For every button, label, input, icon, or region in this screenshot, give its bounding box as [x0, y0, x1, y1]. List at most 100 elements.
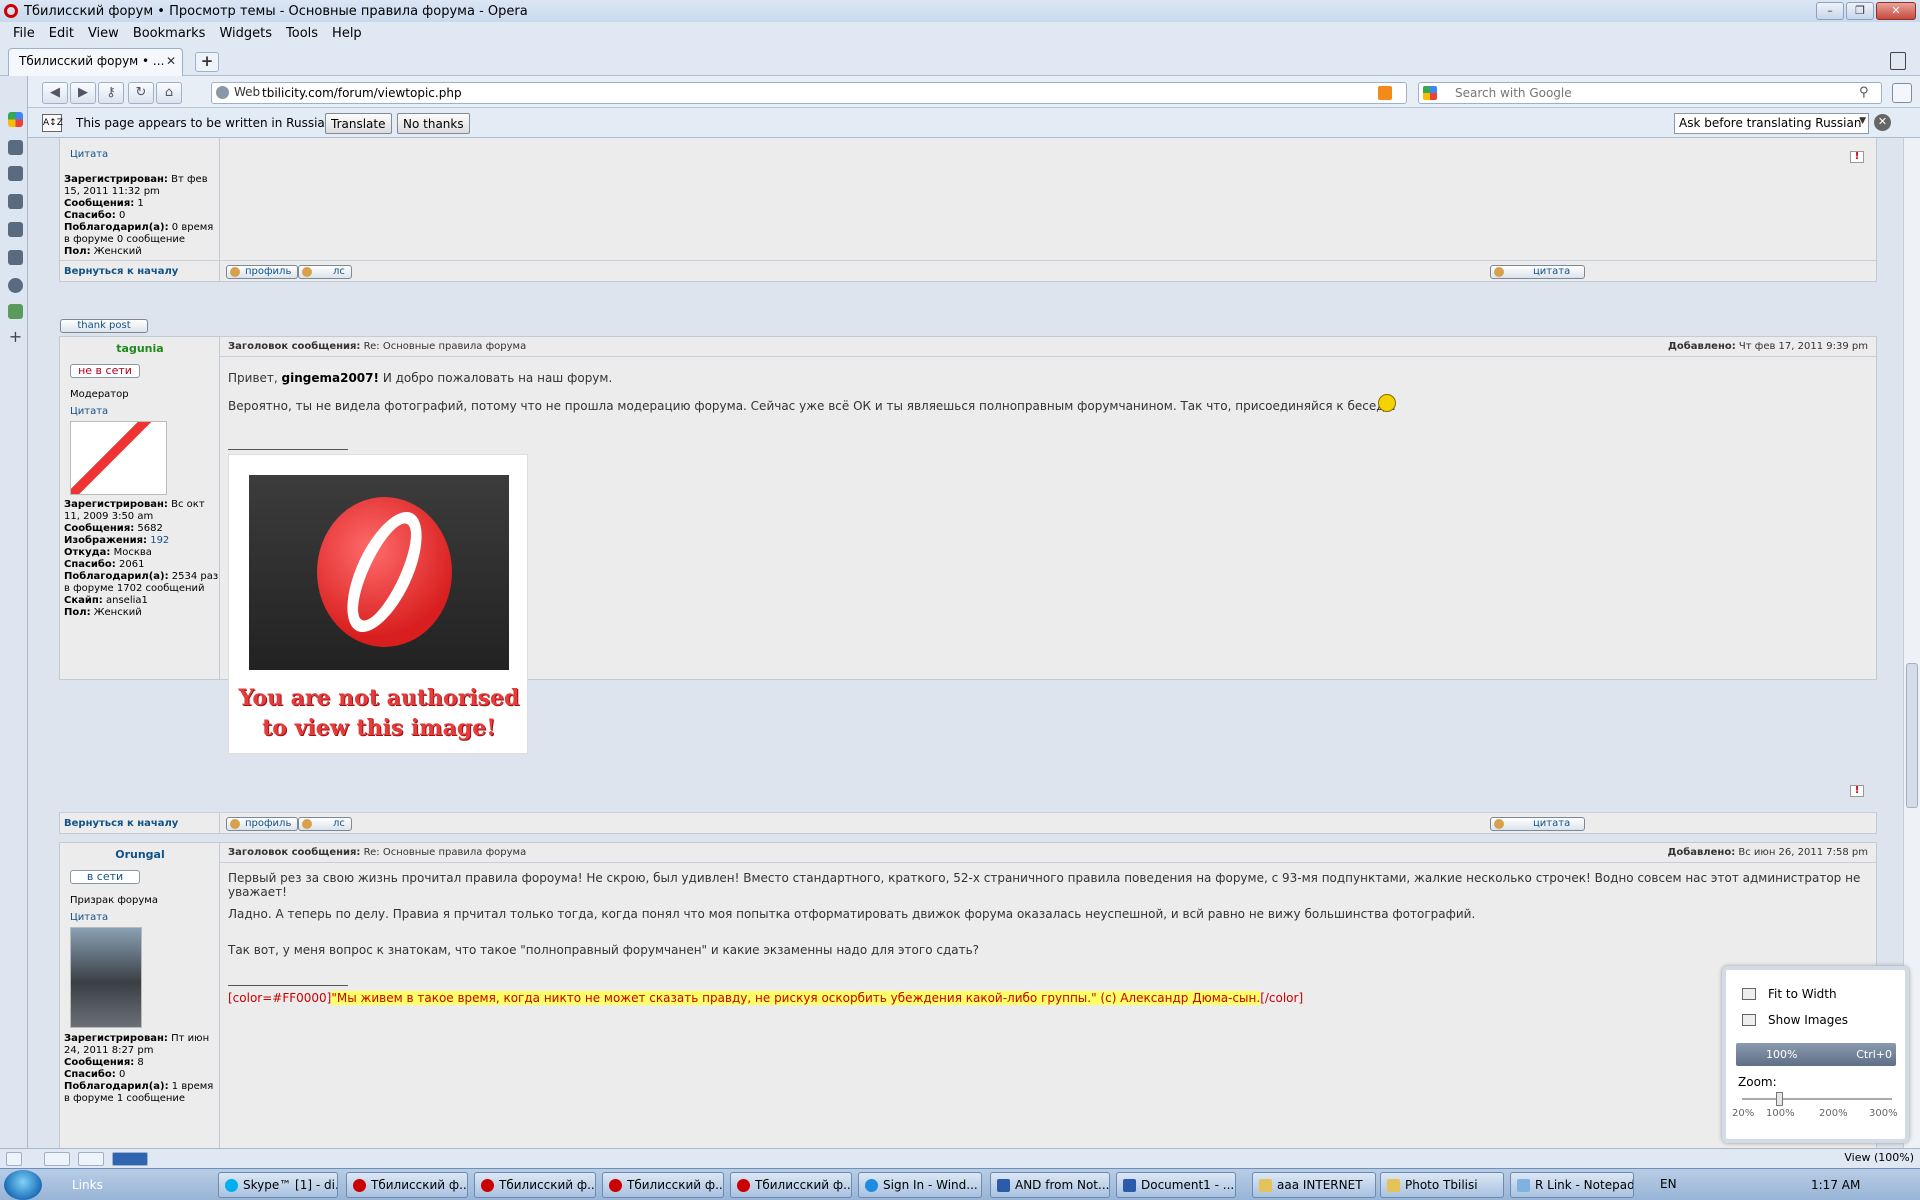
post-footer: Вернуться к началу профиль лс цитата: [60, 260, 1876, 282]
windows-panel-icon[interactable]: [8, 222, 23, 237]
taskbar-item[interactable]: aaa INTERNET: [1252, 1172, 1376, 1198]
view-zoom-status[interactable]: View (100%): [1844, 1151, 1914, 1164]
post-title[interactable]: Re: Основные правила форума: [364, 847, 527, 858]
fit-to-width-item[interactable]: Fit to Width: [1768, 987, 1837, 1001]
key-icon[interactable]: ⚷: [98, 82, 124, 104]
citata-link[interactable]: Цитата: [70, 149, 108, 160]
new-tab-button[interactable]: +: [195, 52, 219, 72]
back-to-top-link[interactable]: Вернуться к началу: [64, 266, 178, 277]
opera-link-icon[interactable]: [112, 1152, 148, 1166]
post-header: Заголовок сообщения: Re: Основные правил…: [220, 337, 1876, 357]
turbo-icon[interactable]: [44, 1152, 70, 1166]
profile-button[interactable]: профиль: [226, 265, 299, 279]
menu-widgets[interactable]: Widgets: [212, 26, 279, 41]
taskbar-item[interactable]: Тбилисский ф...: [730, 1172, 852, 1198]
menu-tools[interactable]: Tools: [279, 26, 325, 41]
menu-help[interactable]: Help: [325, 26, 369, 41]
post-title[interactable]: Re: Основные правила форума: [364, 341, 527, 352]
author-name[interactable]: tagunia: [60, 342, 220, 355]
taskbar-item[interactable]: Тбилисский ф...: [346, 1172, 468, 1198]
report-icon[interactable]: !: [1850, 785, 1864, 797]
close-window-button[interactable]: ✕: [1876, 2, 1916, 20]
unite-icon[interactable]: [78, 1152, 104, 1166]
zoom-reset-item[interactable]: 100% Ctrl+0: [1736, 1043, 1896, 1066]
menu-view[interactable]: View: [81, 26, 126, 41]
taskbar-item[interactable]: Photo Tbilisi: [1380, 1172, 1504, 1198]
start-button[interactable]: [4, 1170, 42, 1200]
pm-button[interactable]: лс: [298, 817, 352, 831]
translate-option-select[interactable]: Ask before translating Russian: [1674, 113, 1869, 134]
show-images-item[interactable]: Show Images: [1768, 1013, 1848, 1027]
post-body: Вероятно, ты не видела фотографий, потом…: [228, 399, 1396, 413]
rss-feed-icon[interactable]: [1378, 86, 1392, 100]
clock[interactable]: 1:17 AM: [1811, 1178, 1860, 1192]
widgets-panel-icon[interactable]: [8, 166, 23, 181]
home-button[interactable]: ⌂: [156, 82, 182, 104]
user-info: Зарегистрирован: Вс окт 11, 2009 3:50 am…: [64, 499, 219, 619]
taskbar-item[interactable]: Тбилисский ф...: [474, 1172, 596, 1198]
post-footer: Вернуться к началу профиль лс цитата: [60, 812, 1876, 834]
back-to-top-link[interactable]: Вернуться к началу: [64, 818, 178, 829]
signature-divider: [228, 985, 348, 986]
downloads-panel-icon[interactable]: [8, 250, 23, 265]
forward-button[interactable]: ▶: [70, 82, 96, 104]
panel-toggle-icon[interactable]: [6, 1152, 22, 1166]
thank-post-button[interactable]: thank post: [60, 319, 148, 333]
minimize-button[interactable]: –: [1816, 2, 1844, 20]
citata-link[interactable]: Цитата: [70, 912, 108, 923]
taskbar-item[interactable]: Sign In - Wind...: [858, 1172, 982, 1198]
quote-button[interactable]: цитата: [1490, 817, 1586, 831]
address-field[interactable]: Web tbilicity.com/forum/viewtopic.php: [211, 82, 1407, 104]
menu-edit[interactable]: Edit: [42, 26, 81, 41]
post-paragraph: Так вот, у меня вопрос к знатокам, что т…: [228, 943, 980, 957]
bookmarks-panel-icon[interactable]: [8, 140, 23, 155]
language-indicator[interactable]: EN: [1660, 1177, 1677, 1191]
menu-file[interactable]: File: [6, 26, 42, 41]
menu-bookmarks[interactable]: Bookmarks: [126, 26, 213, 41]
taskbar-item[interactable]: AND from Not...: [990, 1172, 1110, 1198]
scrollbar-thumb[interactable]: [1906, 663, 1918, 808]
google-search-icon[interactable]: [1423, 86, 1437, 100]
translate-button[interactable]: Translate: [325, 113, 392, 134]
notes-panel-icon[interactable]: [8, 194, 23, 209]
maximize-button[interactable]: ❐: [1846, 2, 1874, 20]
author-name[interactable]: Orungal: [60, 848, 220, 861]
taskbar-item[interactable]: R Link - Notepad: [1510, 1172, 1634, 1198]
back-button[interactable]: ◀: [42, 82, 68, 104]
history-panel-icon[interactable]: [8, 278, 23, 293]
search-icon[interactable]: ⚲: [1859, 85, 1875, 101]
reload-button[interactable]: ↻: [128, 82, 154, 104]
zoom-slider-thumb[interactable]: [1776, 1092, 1783, 1106]
tab-bar: Тбилисский форум • ... ✕ +: [0, 44, 1920, 76]
search-input[interactable]: [1455, 85, 1845, 101]
no-thanks-button[interactable]: No thanks: [397, 113, 470, 134]
profile-button[interactable]: профиль: [226, 817, 299, 831]
taskbar-item[interactable]: Тбилисский ф...: [602, 1172, 724, 1198]
web-badge[interactable]: Web: [216, 85, 260, 99]
add-panel-icon[interactable]: +: [8, 329, 23, 345]
signature-quote: "Мы живем в такое время, когда никто не …: [331, 991, 1261, 1005]
report-icon[interactable]: !: [1850, 151, 1864, 163]
tab-forum[interactable]: Тбилисский форум • ... ✕: [8, 48, 183, 76]
user-info-line: Спасибо: 0: [64, 210, 126, 221]
zoom-label: Zoom:: [1738, 1075, 1777, 1089]
trash-icon[interactable]: [1890, 52, 1906, 70]
taskbar-item[interactable]: Document1 - ...: [1116, 1172, 1236, 1198]
post-top: Цитата Зарегистрирован: Вт фев 15, 2011 …: [59, 138, 1877, 282]
taskbar-item[interactable]: Skype™ [1] - di...: [218, 1172, 338, 1198]
close-tab-icon[interactable]: ✕: [166, 54, 176, 68]
zoom-tick: 300%: [1869, 1108, 1898, 1119]
online-badge: в сети: [70, 870, 140, 884]
close-translate-bar-icon[interactable]: ✕: [1874, 114, 1891, 131]
links-toolbar[interactable]: Links: [72, 1178, 103, 1192]
quote-button[interactable]: цитата: [1490, 265, 1586, 279]
url-text[interactable]: tbilicity.com/forum/viewtopic.php: [262, 86, 462, 100]
search-field[interactable]: ⚲: [1418, 82, 1882, 104]
post-tagunia-footer: Вернуться к началу профиль лс цитата: [59, 812, 1877, 834]
zoom-slider-track[interactable]: [1742, 1098, 1892, 1100]
speed-dial-icon[interactable]: [1892, 83, 1912, 103]
pm-button[interactable]: лс: [298, 265, 352, 279]
links-panel-icon[interactable]: [8, 304, 23, 319]
citata-link[interactable]: Цитата: [70, 406, 108, 417]
google-panel-icon[interactable]: [8, 112, 23, 127]
